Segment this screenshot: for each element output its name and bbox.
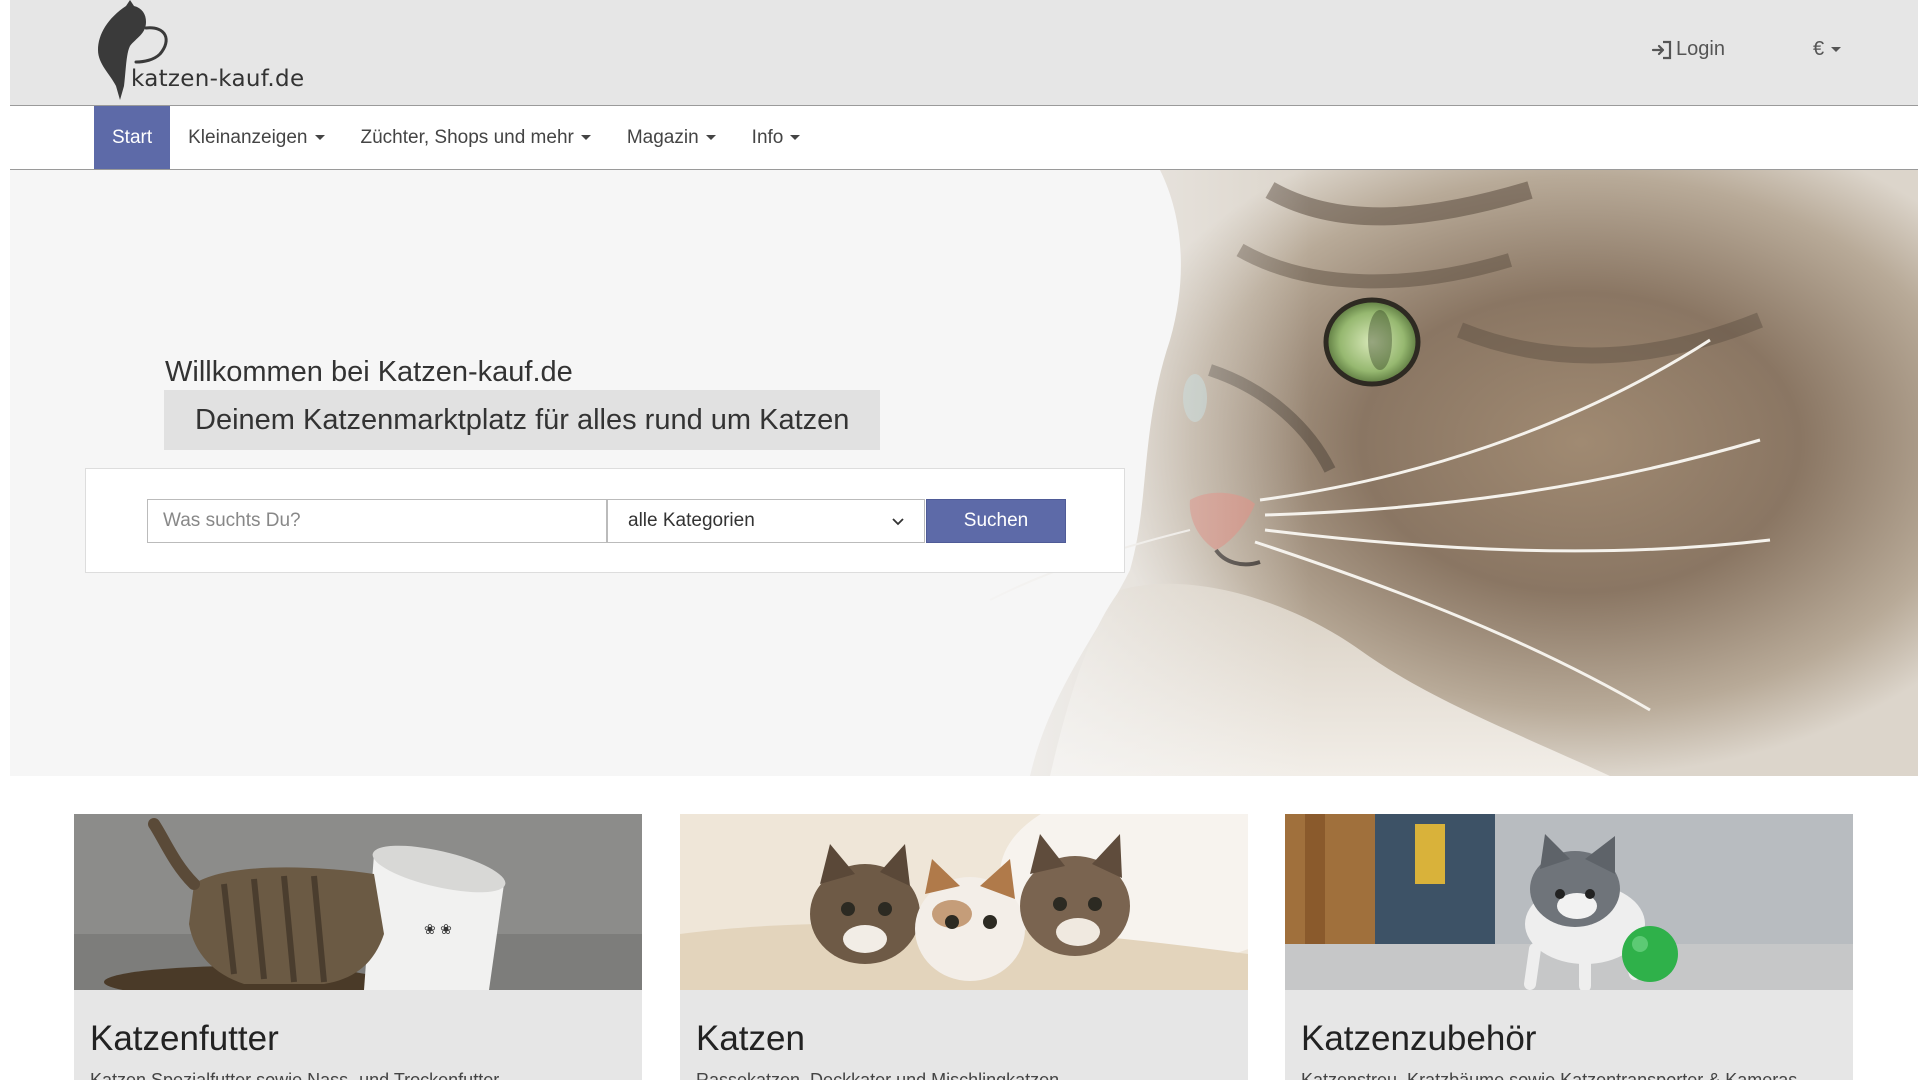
nav-label: Magazin: [626, 127, 699, 148]
hero-banner: Willkommen bei Katzen-kauf.de Deinem Kat…: [10, 170, 1918, 776]
category-card-katzen[interactable]: Katzen Rassekatzen, Deckkater und Mischl…: [680, 814, 1248, 1080]
login-icon: [1651, 40, 1672, 59]
login-link[interactable]: Login: [1651, 38, 1725, 61]
card-title: Katzen: [696, 1019, 805, 1058]
search-input[interactable]: [147, 499, 607, 543]
search-button[interactable]: Suchen: [926, 499, 1066, 543]
category-card-katzenzubehoer[interactable]: Katzenzubehör Katzenstreu, Kratzbäume so…: [1285, 814, 1853, 1080]
nav-item-start[interactable]: Start: [94, 106, 171, 169]
currency-label: €: [1813, 38, 1825, 60]
caret-down-icon: [1831, 47, 1842, 52]
card-image-accessories: [1285, 814, 1853, 990]
card-description: Katzen Spezialfutter sowie Nass- und Tro…: [90, 1070, 500, 1080]
nav-item-kleinanzeigen[interactable]: Kleinanzeigen: [170, 106, 342, 169]
caret-down-icon: [705, 135, 716, 141]
card-description: Katzenstreu, Kratzbäume sowie Katzentran…: [1301, 1070, 1798, 1080]
nav-label: Info: [751, 127, 784, 148]
category-select[interactable]: alle Kategorien: [607, 499, 925, 543]
caret-down-icon: [314, 135, 325, 141]
svg-text:❀ ❀: ❀ ❀: [424, 922, 452, 938]
category-card-katzenfutter[interactable]: ❀ ❀ Katzenfutter Katzen Spezialfutter so…: [74, 814, 642, 1080]
welcome-subtitle: Deinem Katzenmarktplatz für alles rund u…: [164, 390, 881, 450]
login-label: Login: [1676, 38, 1725, 60]
search-panel: alle Kategorien Suchen: [85, 468, 1125, 573]
caret-down-icon: [580, 135, 591, 141]
card-description: Rassekatzen, Deckkater und Mischlingkatz…: [696, 1070, 1060, 1080]
currency-dropdown[interactable]: €: [1813, 38, 1842, 61]
category-selected-value: alle Kategorien: [628, 510, 755, 531]
nav-item-info[interactable]: Info: [734, 106, 819, 169]
nav-item-magazin[interactable]: Magazin: [609, 106, 734, 169]
card-image-kittens: [680, 814, 1248, 990]
nav-label: Züchter, Shops und mehr: [360, 127, 574, 148]
chevron-down-icon: [892, 518, 904, 526]
main-navigation: Start Kleinanzeigen Züchter, Shops und m…: [10, 106, 1918, 170]
nav-item-zuechter-shops[interactable]: Züchter, Shops und mehr: [343, 106, 609, 169]
caret-down-icon: [790, 135, 801, 141]
logo-text: katzen-kauf.de: [131, 66, 305, 92]
card-title: Katzenzubehör: [1301, 1019, 1537, 1058]
card-title: Katzenfutter: [90, 1019, 279, 1058]
welcome-title: Willkommen bei Katzen-kauf.de: [165, 356, 573, 388]
nav-label: Start: [112, 127, 153, 148]
card-image-food: ❀ ❀: [74, 814, 642, 990]
top-header: katzen-kauf.de Login €: [10, 0, 1918, 106]
site-logo[interactable]: katzen-kauf.de: [96, 0, 396, 104]
nav-label: Kleinanzeigen: [188, 127, 308, 148]
